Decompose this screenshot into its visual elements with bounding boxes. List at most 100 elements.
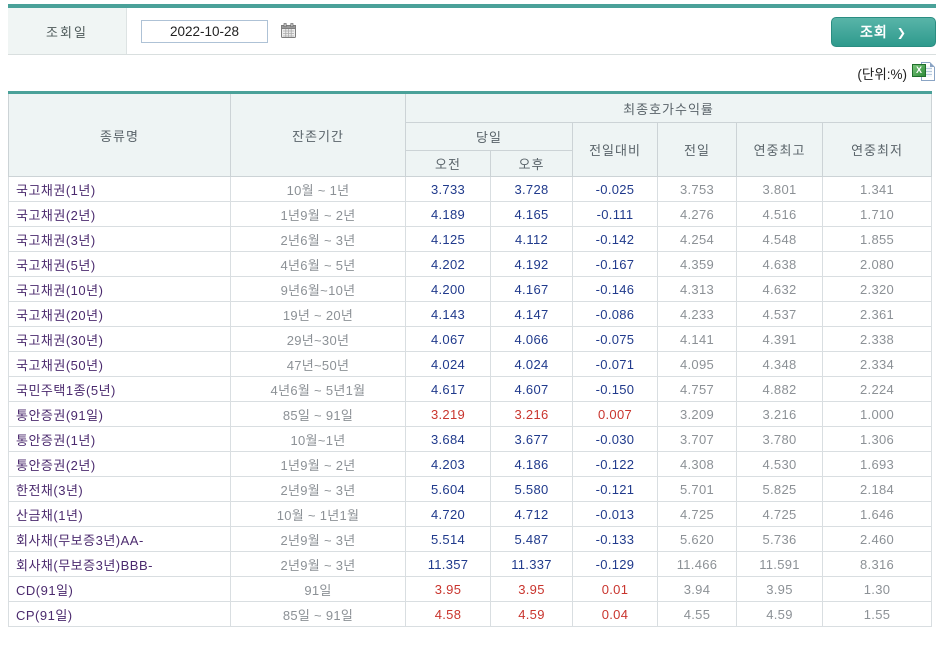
row-change: -0.013 [572, 501, 658, 527]
row-prev: 4.308 [657, 451, 737, 477]
row-prev: 4.757 [657, 376, 737, 402]
table-row: 국고채권(3년) 2년6월 ~ 3년 4.125 4.112 -0.142 4.254 4.… [8, 226, 933, 252]
row-change: -0.030 [572, 426, 658, 452]
row-prev: 4.233 [657, 301, 737, 327]
table-row: 국고채권(5년) 4년6월 ~ 5년 4.202 4.192 -0.167 4.359 4.… [8, 251, 933, 277]
date-input[interactable] [141, 19, 268, 43]
row-year-high: 5.825 [736, 476, 823, 502]
col-header-year-high: 연중최고 [736, 122, 823, 177]
row-year-low: 1.693 [821, 451, 933, 477]
row-type: CP(91일) [8, 601, 231, 627]
table-row: 한전채(3년) 2년9월 ~ 3년 5.604 5.580 -0.121 5.701 5.8… [8, 476, 933, 502]
row-year-low: 1.306 [821, 426, 933, 452]
table-row: 통안증권(1년) 10월~1년 3.684 3.677 -0.030 3.707 3.780… [8, 426, 933, 452]
excel-download-icon[interactable]: X [912, 61, 936, 85]
row-am: 4.189 [405, 201, 491, 227]
row-type: 국고채권(20년) [8, 301, 231, 327]
row-prev: 4.276 [657, 201, 737, 227]
date-input-area [127, 8, 936, 54]
row-year-high: 4.548 [736, 226, 823, 252]
row-am: 11.357 [405, 551, 491, 577]
row-type: 국고채권(1년) [8, 176, 231, 202]
row-pm: 4.186 [490, 451, 573, 477]
row-am: 4.203 [405, 451, 491, 477]
table-row: 국고채권(2년) 1년9월 ~ 2년 4.189 4.165 -0.111 4.276 4.… [8, 201, 933, 227]
row-prev: 4.313 [657, 276, 737, 302]
row-prev: 4.359 [657, 251, 737, 277]
row-year-high: 3.801 [736, 176, 823, 202]
row-prev: 3.209 [657, 401, 737, 427]
row-year-high: 4.348 [736, 351, 823, 377]
col-header-year-low: 연중최저 [821, 122, 933, 177]
row-type: 국민주택1종(5년) [8, 376, 231, 402]
row-prev: 11.466 [657, 551, 737, 577]
row-type: 산금채(1년) [8, 501, 231, 527]
row-type: 국고채권(2년) [8, 201, 231, 227]
row-year-low: 2.361 [821, 301, 933, 327]
row-year-high: 3.780 [736, 426, 823, 452]
row-change: -0.142 [572, 226, 658, 252]
table-row: 통안증권(2년) 1년9월 ~ 2년 4.203 4.186 -0.122 4.308 4.… [8, 451, 933, 477]
row-year-low: 2.184 [821, 476, 933, 502]
row-year-low: 2.460 [821, 526, 933, 552]
row-prev: 4.725 [657, 501, 737, 527]
table-row: 회사채(무보증3년)BBB- 2년9월 ~ 3년 11.357 11.337 -0.12… [8, 551, 933, 577]
row-maturity: 85일 ~ 91일 [230, 401, 406, 427]
row-am: 3.684 [405, 426, 491, 452]
row-year-low: 1.30 [821, 576, 933, 602]
row-year-high: 4.638 [736, 251, 823, 277]
row-maturity: 10월~1년 [230, 426, 406, 452]
row-type: 국고채권(5년) [8, 251, 231, 277]
row-am: 4.617 [405, 376, 491, 402]
col-header-maturity: 잔존기간 [230, 92, 406, 177]
row-year-high: 4.530 [736, 451, 823, 477]
row-maturity: 2년6월 ~ 3년 [230, 226, 406, 252]
row-type: 국고채권(3년) [8, 226, 231, 252]
row-change: -0.150 [572, 376, 658, 402]
row-type: 한전채(3년) [8, 476, 231, 502]
row-year-low: 1.855 [821, 226, 933, 252]
table-row: 국고채권(10년) 9년6월~10년 4.200 4.167 -0.146 4.313 4.… [8, 276, 933, 302]
row-maturity: 10월 ~ 1년1월 [230, 501, 406, 527]
row-type: 국고채권(10년) [8, 276, 231, 302]
row-pm: 4.192 [490, 251, 573, 277]
row-pm: 4.712 [490, 501, 573, 527]
table-row: 국고채권(30년) 29년~30년 4.067 4.066 -0.075 4.141 4.3… [8, 326, 933, 352]
calendar-icon[interactable] [280, 23, 297, 39]
table-row: 산금채(1년) 10월 ~ 1년1월 4.720 4.712 -0.013 4.725 4.… [8, 501, 933, 527]
row-type: CD(91일) [8, 576, 231, 602]
row-change: -0.129 [572, 551, 658, 577]
row-maturity: 47년~50년 [230, 351, 406, 377]
row-pm: 4.607 [490, 376, 573, 402]
row-maturity: 1년9월 ~ 2년 [230, 201, 406, 227]
row-am: 4.024 [405, 351, 491, 377]
row-am: 4.200 [405, 276, 491, 302]
row-maturity: 91일 [230, 576, 406, 602]
date-label: 조회일 [8, 8, 127, 54]
col-header-today: 당일 [405, 122, 573, 151]
row-year-low: 8.316 [821, 551, 933, 577]
unit-label: (단위:%) [857, 67, 907, 82]
search-button[interactable]: 조회 ❯ [831, 17, 936, 47]
row-type: 통안증권(91일) [8, 401, 231, 427]
row-change: -0.146 [572, 276, 658, 302]
search-bar: 조회일 조회 ❯ [8, 4, 936, 55]
row-prev: 4.55 [657, 601, 737, 627]
row-pm: 11.337 [490, 551, 573, 577]
row-type: 통안증권(1년) [8, 426, 231, 452]
col-header-prev: 전일 [657, 122, 737, 177]
table-row: 국고채권(1년) 10월 ~ 1년 3.733 3.728 -0.025 3.753 3.8… [8, 176, 933, 202]
table-header: 종류명 잔존기간 최종호가수익률 당일 전일대비 전일 연중최고 연중최저 오전… [8, 92, 933, 177]
row-pm: 3.677 [490, 426, 573, 452]
yield-table: 종류명 잔존기간 최종호가수익률 당일 전일대비 전일 연중최고 연중최저 오전… [8, 91, 933, 627]
row-am: 4.143 [405, 301, 491, 327]
row-year-high: 4.391 [736, 326, 823, 352]
row-type: 통안증권(2년) [8, 451, 231, 477]
row-pm: 5.580 [490, 476, 573, 502]
row-pm: 3.95 [490, 576, 573, 602]
row-year-high: 4.882 [736, 376, 823, 402]
row-maturity: 9년6월~10년 [230, 276, 406, 302]
col-header-change: 전일대비 [572, 122, 658, 177]
col-header-pm: 오후 [490, 150, 573, 177]
row-year-low: 2.334 [821, 351, 933, 377]
